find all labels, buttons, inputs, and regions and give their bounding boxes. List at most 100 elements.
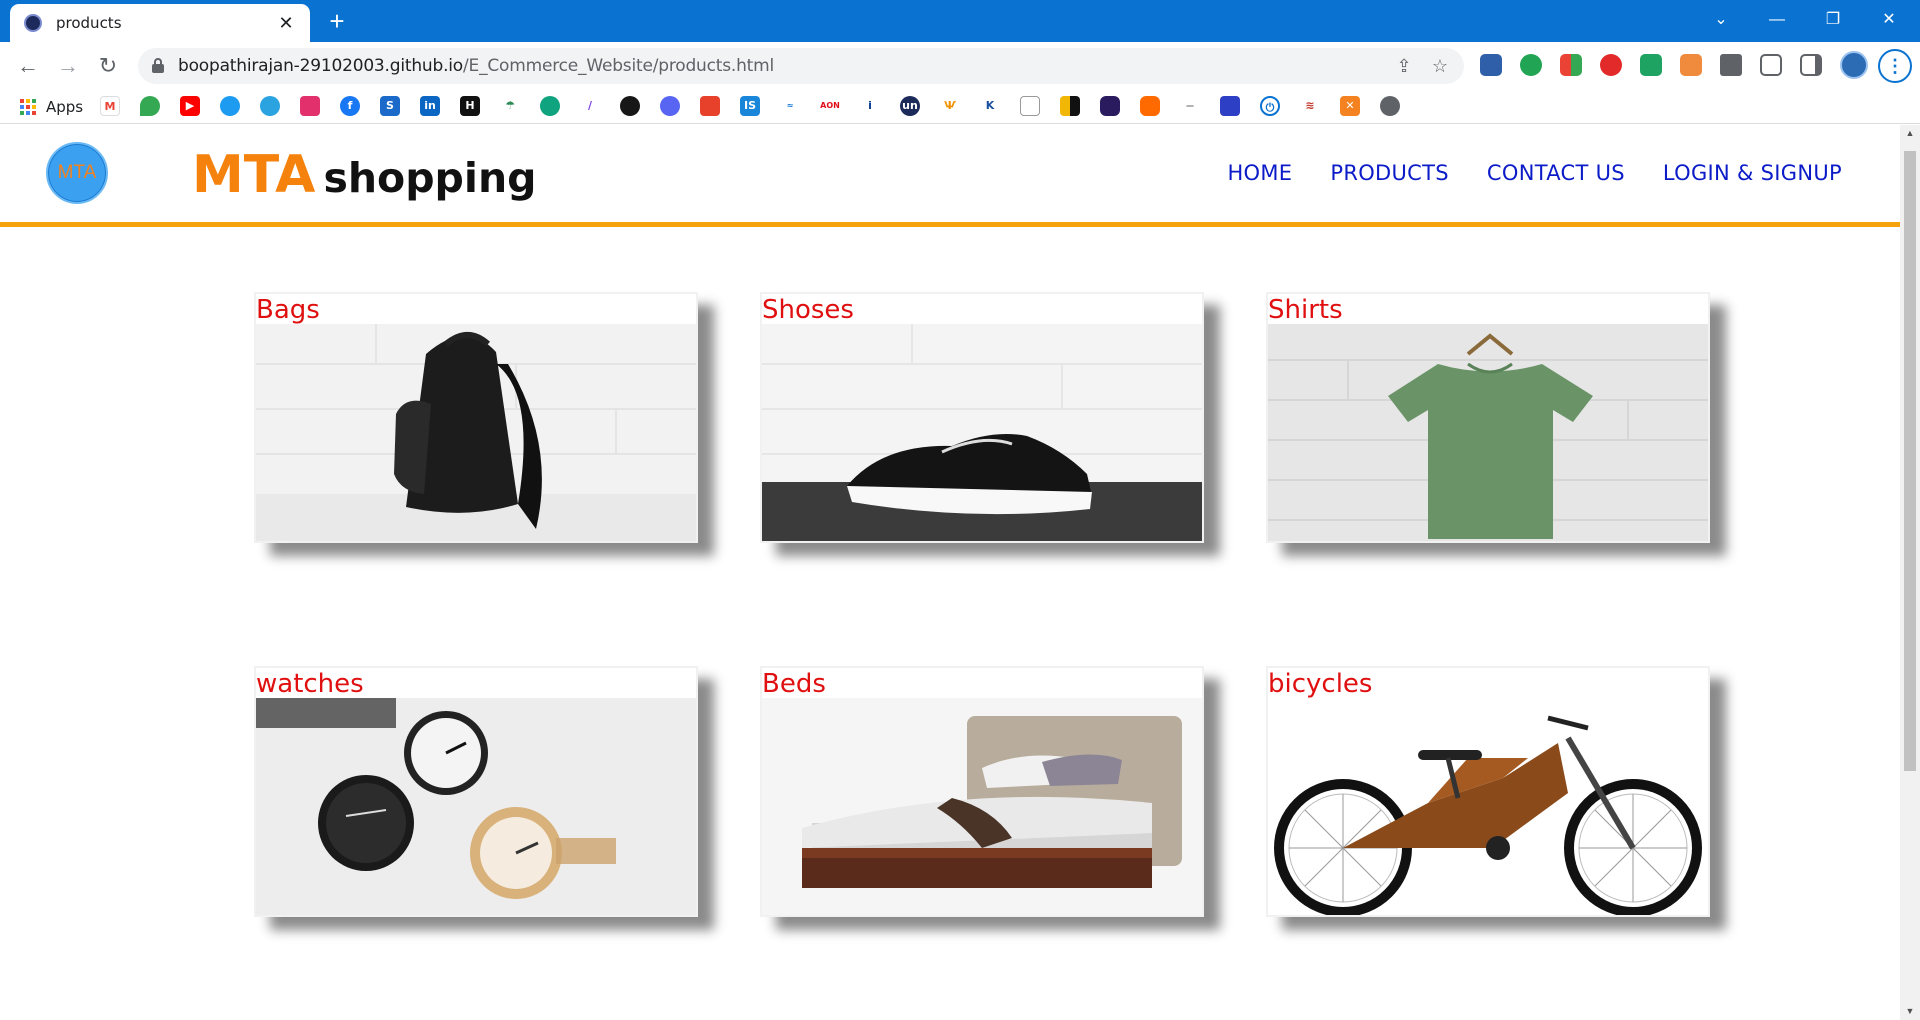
bookmark-23-icon[interactable] xyxy=(1020,96,1040,116)
is-bookmark-icon[interactable]: IS xyxy=(740,96,760,116)
product-title[interactable]: bicycles xyxy=(1268,669,1372,699)
tshirt-photo[interactable] xyxy=(1268,324,1708,541)
xampp-bookmark-icon[interactable]: ✕ xyxy=(1340,96,1360,116)
wave-bookmark-icon[interactable]: ∕ xyxy=(580,96,600,116)
product-title[interactable]: Bags xyxy=(256,295,320,325)
scroll-down-arrow-icon[interactable]: ▼ xyxy=(1900,1003,1920,1019)
extensions-puzzle-icon[interactable] xyxy=(1720,54,1742,76)
scroll-up-arrow-icon[interactable]: ▲ xyxy=(1900,125,1920,141)
url-text: boopathirajan-29102003.github.io/E_Comme… xyxy=(178,56,774,76)
product-card-beds[interactable]: Beds xyxy=(760,666,1204,917)
maps-bookmark-icon[interactable] xyxy=(140,96,160,116)
extension-5-icon[interactable] xyxy=(1640,54,1662,76)
extension-3-icon[interactable] xyxy=(1560,54,1582,76)
lock-icon xyxy=(152,58,164,73)
close-window-button[interactable]: ✕ xyxy=(1864,0,1914,42)
github-bookmark-icon[interactable] xyxy=(620,96,640,116)
bookmark-16-icon[interactable]: ≈ xyxy=(780,96,800,116)
facebook-bookmark-icon[interactable]: f xyxy=(340,96,360,116)
new-tab-button[interactable]: + xyxy=(322,6,352,36)
extension-1-icon[interactable] xyxy=(1480,54,1502,76)
watches-photo[interactable] xyxy=(256,698,696,915)
site-logo[interactable]: MTA xyxy=(46,142,108,204)
discord-bookmark-icon[interactable] xyxy=(660,96,680,116)
bookmark-24-icon[interactable] xyxy=(1060,96,1080,116)
side-panel-icon[interactable] xyxy=(1800,54,1822,76)
hackerrank-bookmark-icon[interactable]: H xyxy=(460,96,480,116)
logo-text: MTA xyxy=(57,162,97,183)
backpack-photo[interactable] xyxy=(256,324,696,541)
adblock-icon[interactable] xyxy=(1600,54,1622,76)
product-title[interactable]: Shirts xyxy=(1268,295,1343,325)
nav-home-link[interactable]: HOME xyxy=(1227,161,1292,185)
main-nav: HOME PRODUCTS CONTACT US LOGIN & SIGNUP xyxy=(1227,161,1842,185)
nav-products-link[interactable]: PRODUCTS xyxy=(1330,161,1449,185)
twitter-bookmark-icon[interactable] xyxy=(220,96,240,116)
tab-title: products xyxy=(56,14,122,32)
instagram-bookmark-icon[interactable] xyxy=(300,96,320,116)
brand-primary: MTA xyxy=(192,145,316,205)
chat-bookmark-icon[interactable] xyxy=(1140,96,1160,116)
product-title[interactable]: Beds xyxy=(762,669,826,699)
youtube-bookmark-icon[interactable]: ▶ xyxy=(180,96,200,116)
layers-bookmark-icon[interactable]: ≋ xyxy=(1300,96,1320,116)
browser-menu-button[interactable]: ⋮ xyxy=(1878,49,1912,83)
bookmark-star-icon[interactable]: ☆ xyxy=(1428,54,1452,78)
brand-title: MTA shopping xyxy=(192,145,537,205)
product-card-bags[interactable]: Bags xyxy=(254,292,698,543)
s-bookmark-icon[interactable]: S xyxy=(380,96,400,116)
url-path: /E_Commerce_Website/products.html xyxy=(463,56,775,76)
product-card-shirts[interactable]: Shirts xyxy=(1266,292,1710,543)
nav-contact-link[interactable]: CONTACT US xyxy=(1487,161,1625,185)
power-bookmark-icon[interactable]: ⏻ xyxy=(1260,96,1280,116)
apps-bookmark-label[interactable]: Apps xyxy=(46,98,83,116)
extension-6-icon[interactable] xyxy=(1680,54,1702,76)
restore-button[interactable]: ❐ xyxy=(1808,0,1858,42)
globe-bookmark-icon[interactable] xyxy=(1380,96,1400,116)
product-card-bicycles[interactable]: bicycles xyxy=(1266,666,1710,917)
bookmark-25-icon[interactable] xyxy=(1100,96,1120,116)
telegram-bookmark-icon[interactable] xyxy=(260,96,280,116)
bookmark-27-icon[interactable]: — xyxy=(1180,96,1200,116)
product-title[interactable]: Shoses xyxy=(762,295,854,325)
tab-close-icon[interactable]: ✕ xyxy=(276,13,296,34)
tab-search-icon[interactable]: ⌄ xyxy=(1696,0,1746,42)
sneaker-photo[interactable] xyxy=(762,324,1202,541)
product-card-watches[interactable]: watches xyxy=(254,666,698,917)
share-icon[interactable]: ⇪ xyxy=(1392,54,1416,78)
gmail-bookmark-icon[interactable]: M xyxy=(100,96,120,116)
bed-photo[interactable] xyxy=(762,698,1202,915)
bookmark-28-icon[interactable] xyxy=(1220,96,1240,116)
reading-list-icon[interactable] xyxy=(1760,54,1782,76)
profile-avatar[interactable] xyxy=(1840,51,1868,79)
k-bookmark-icon[interactable]: K xyxy=(980,96,1000,116)
apps-grid-icon[interactable] xyxy=(20,99,36,115)
url-host: boopathirajan-29102003.github.io xyxy=(178,56,463,76)
bookmarks-bar: Apps xyxy=(0,90,1920,124)
forward-button[interactable]: → xyxy=(52,50,84,82)
umbrella-bookmark-icon[interactable]: ☂ xyxy=(500,96,520,116)
people-bookmark-icon[interactable]: Ѱ xyxy=(940,96,960,116)
aon-bookmark-icon[interactable]: AON xyxy=(820,96,840,116)
stairs-bookmark-icon[interactable] xyxy=(700,96,720,116)
product-card-shoes[interactable]: Shoses xyxy=(760,292,1204,543)
reload-button[interactable]: ↻ xyxy=(92,50,124,82)
browser-titlebar: products ✕ + ⌄ — ❐ ✕ xyxy=(0,0,1920,42)
linkedin-bookmark-icon[interactable]: in xyxy=(420,96,440,116)
brand-secondary: shopping xyxy=(323,154,537,202)
nav-login-signup-link[interactable]: LOGIN & SIGNUP xyxy=(1663,161,1842,185)
chatgpt-bookmark-icon[interactable] xyxy=(540,96,560,116)
bicycle-photo[interactable] xyxy=(1268,698,1708,915)
product-title[interactable]: watches xyxy=(256,669,364,699)
page-scrollbar[interactable]: ▲ ▼ xyxy=(1900,125,1920,1020)
extension-2-icon[interactable] xyxy=(1520,54,1542,76)
back-button[interactable]: ← xyxy=(12,50,44,82)
info-bookmark-icon[interactable]: i xyxy=(860,96,880,116)
page-viewport: MTA MTA shopping HOME PRODUCTS CONTACT US… xyxy=(0,125,1900,1020)
scrollbar-thumb[interactable] xyxy=(1904,151,1916,771)
address-bar[interactable]: boopathirajan-29102003.github.io/E_Comme… xyxy=(138,48,1464,84)
browser-tab[interactable]: products ✕ xyxy=(10,4,310,42)
site-header: MTA MTA shopping HOME PRODUCTS CONTACT US… xyxy=(0,125,1900,227)
minimize-button[interactable]: — xyxy=(1752,0,1802,42)
un-bookmark-icon[interactable]: un xyxy=(900,96,920,116)
